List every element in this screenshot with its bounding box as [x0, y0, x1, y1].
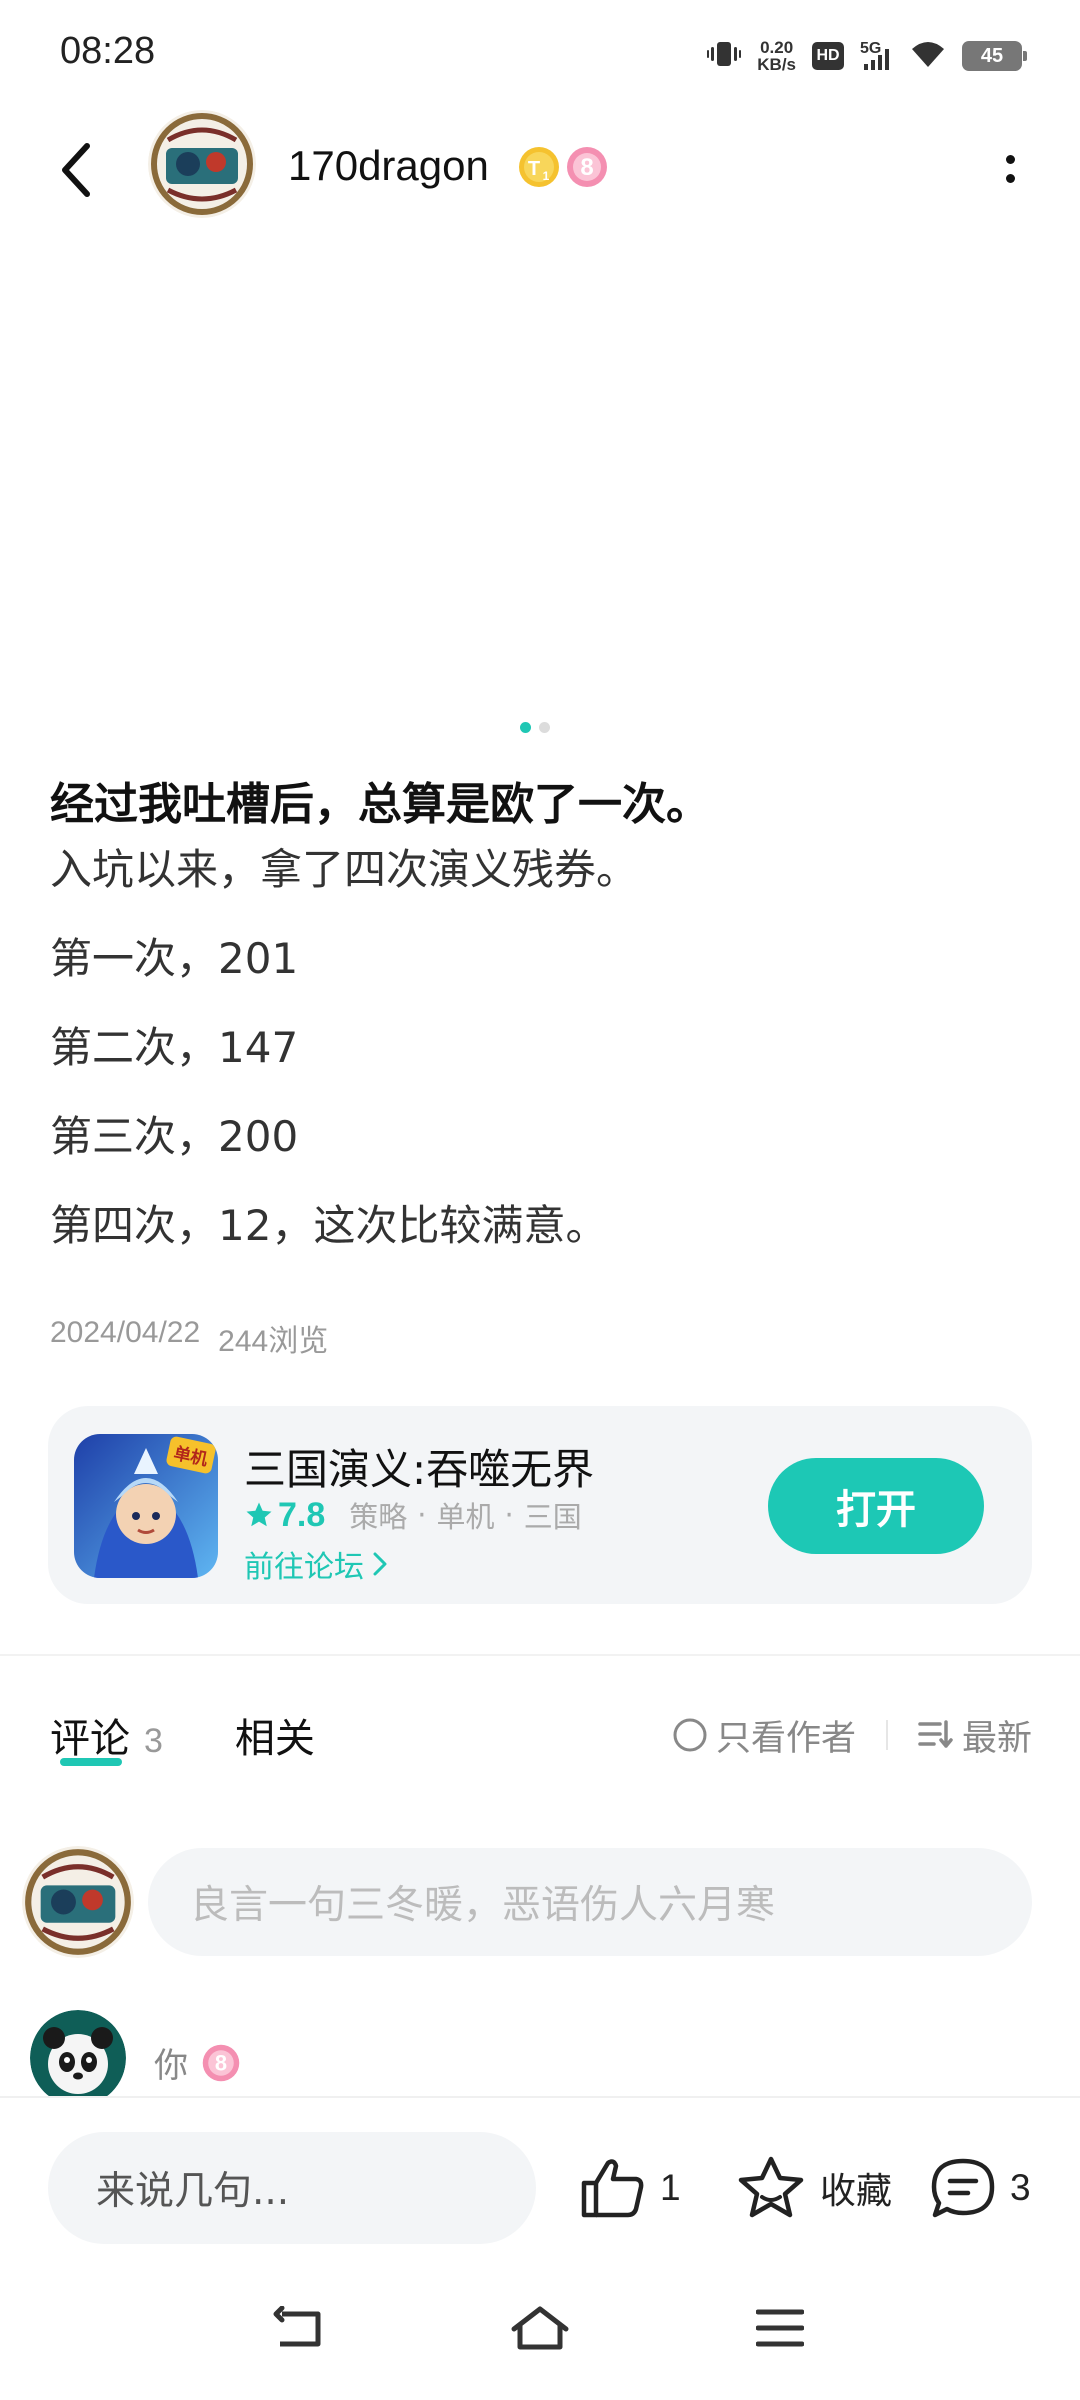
filter-separator	[885, 1720, 888, 1750]
star-icon	[246, 1502, 272, 1527]
comments-button[interactable]: 3	[930, 2138, 1031, 2238]
open-game-button[interactable]: 打开	[768, 1458, 984, 1554]
current-user-avatar[interactable]	[22, 1846, 134, 1958]
wifi-icon	[910, 39, 946, 73]
game-info-row: 7.8 策略 · 单机 · 三国	[244, 1494, 582, 1536]
post-content: 经过我吐槽后，总算是欧了一次。 入坑以来，拿了四次演义残券。 第一次，201 第…	[50, 770, 1030, 1256]
favorite-label: 收藏	[820, 2171, 893, 2212]
tag-separator: ·	[504, 1498, 514, 1532]
tab-related[interactable]: 相关	[235, 1706, 315, 1764]
level-badge-text: 8	[580, 154, 593, 181]
quick-comment-input[interactable]: 来说几句...	[48, 2132, 536, 2244]
menu-icon	[756, 2309, 804, 2347]
like-button[interactable]: 1	[580, 2138, 681, 2238]
chevron-left-icon	[62, 143, 90, 197]
game-tag: 三国	[523, 1500, 582, 1534]
forum-link-label: 前往论坛	[244, 1550, 364, 1585]
comment-count: 3	[1010, 2167, 1031, 2208]
forum-link[interactable]: 前往论坛	[244, 1542, 388, 1586]
level-badge-icon: 8	[202, 2044, 240, 2081]
post-header: 170dragon T 1 8	[0, 100, 1080, 240]
game-tag: 单机	[436, 1500, 495, 1534]
game-icon[interactable]: 单机	[74, 1434, 218, 1578]
title-badge-text: T	[528, 158, 540, 180]
post-date: 2024/04/22	[50, 1316, 201, 1349]
game-card[interactable]: 单机 三国演义:吞噬无界 7.8 策略 · 单机 · 三国 前往论坛 打开	[48, 1406, 1032, 1604]
status-time: 08:28	[60, 30, 156, 72]
tab-comments[interactable]: 评论 3	[50, 1706, 163, 1766]
author-username[interactable]: 170dragon	[288, 142, 489, 190]
level-badge-icon: 8	[567, 147, 607, 187]
tab-comments-label: 评论	[50, 1716, 130, 1762]
home-icon	[511, 2306, 569, 2350]
carousel-indicator	[520, 722, 550, 733]
game-tag: 策略	[349, 1500, 408, 1534]
nav-home-button[interactable]	[500, 2296, 580, 2360]
sort-newest-button[interactable]: 最新	[918, 1710, 1032, 1761]
back-arrow-icon	[273, 2306, 321, 2347]
tag-separator: ·	[417, 1498, 427, 1532]
title-badge-sub: 1	[543, 169, 550, 183]
back-button[interactable]	[46, 130, 106, 210]
status-icons: 0.20 KB/s HD 5G 45	[707, 36, 1027, 76]
favorite-button[interactable]: 收藏	[736, 2138, 892, 2238]
comment-input[interactable]: 良言一句三冬暖，恶语伤人六月寒	[148, 1848, 1032, 1956]
commenter-level: 8	[215, 2050, 227, 2075]
section-divider	[0, 1654, 1080, 1656]
post-views: 244浏览	[218, 1325, 329, 1358]
post-paragraph: 第一次，201	[50, 934, 299, 983]
post-paragraph: 第二次，147	[50, 1023, 299, 1072]
game-rating-value: 7.8	[278, 1495, 326, 1534]
like-count: 1	[660, 2167, 681, 2208]
commenter-name-row: 你 8	[154, 2038, 242, 2087]
battery-icon: 45	[962, 41, 1027, 71]
more-dot	[1005, 155, 1015, 164]
post-paragraph: 第四次，12，这次比较满意。	[50, 1201, 608, 1250]
comment-bubble-icon	[931, 2158, 995, 2218]
game-name[interactable]: 三国演义:吞噬无界	[244, 1436, 594, 1497]
post-paragraph: 第三次，200	[50, 1112, 299, 1161]
tab-related-label: 相关	[234, 1716, 315, 1762]
vibrate-icon	[707, 39, 742, 73]
carousel-dot	[539, 722, 550, 733]
speed-unit: KB/s	[757, 55, 796, 74]
star-outline-icon	[738, 2156, 804, 2218]
cellular-signal-icon: 5G	[860, 40, 894, 72]
author-badges: T 1 8	[516, 144, 610, 190]
post-title: 经过我吐槽后，总算是欧了一次。	[50, 779, 710, 830]
radio-circle-icon	[673, 1718, 707, 1752]
author-only-label: 只看作者	[715, 1718, 856, 1759]
game-rating: 7.8	[244, 1496, 325, 1535]
more-options-button[interactable]	[980, 136, 1040, 202]
bottom-action-bar: 来说几句... 1 收藏 3	[0, 2096, 1080, 2256]
hd-icon: HD	[812, 42, 844, 70]
title-badge-icon: T 1	[519, 147, 559, 187]
network-speed: 0.20 KB/s	[757, 39, 796, 73]
thumbs-up-icon	[581, 2159, 644, 2218]
more-dot	[1005, 174, 1015, 183]
nav-back-button[interactable]	[258, 2296, 338, 2360]
commenter-name[interactable]: 你	[154, 2038, 188, 2087]
sort-icon	[918, 1720, 953, 1748]
system-navigation-bar	[0, 2256, 1080, 2400]
active-tab-indicator	[60, 1758, 122, 1766]
comment-tabs: 评论 3 相关	[50, 1700, 315, 1770]
commenter-avatar[interactable]	[30, 2010, 126, 2106]
speed-value: 0.20	[760, 38, 794, 57]
tab-comments-count: 3	[144, 1722, 163, 1760]
author-only-toggle[interactable]: 只看作者	[672, 1710, 856, 1761]
comment-filters: 只看作者 最新	[672, 1705, 1032, 1765]
post-meta: 2024/04/22 244浏览	[50, 1316, 328, 1360]
nav-menu-button[interactable]	[740, 2296, 820, 2360]
author-avatar[interactable]	[148, 110, 256, 218]
post-paragraph: 入坑以来，拿了四次演义残券。	[50, 845, 639, 894]
chevron-right-icon	[373, 1552, 387, 1576]
sort-newest-label: 最新	[961, 1718, 1032, 1759]
status-bar: 08:28 0.20 KB/s HD 5G 45	[0, 0, 1080, 110]
carousel-dot-active	[520, 722, 531, 733]
image-carousel[interactable]	[0, 250, 1080, 730]
